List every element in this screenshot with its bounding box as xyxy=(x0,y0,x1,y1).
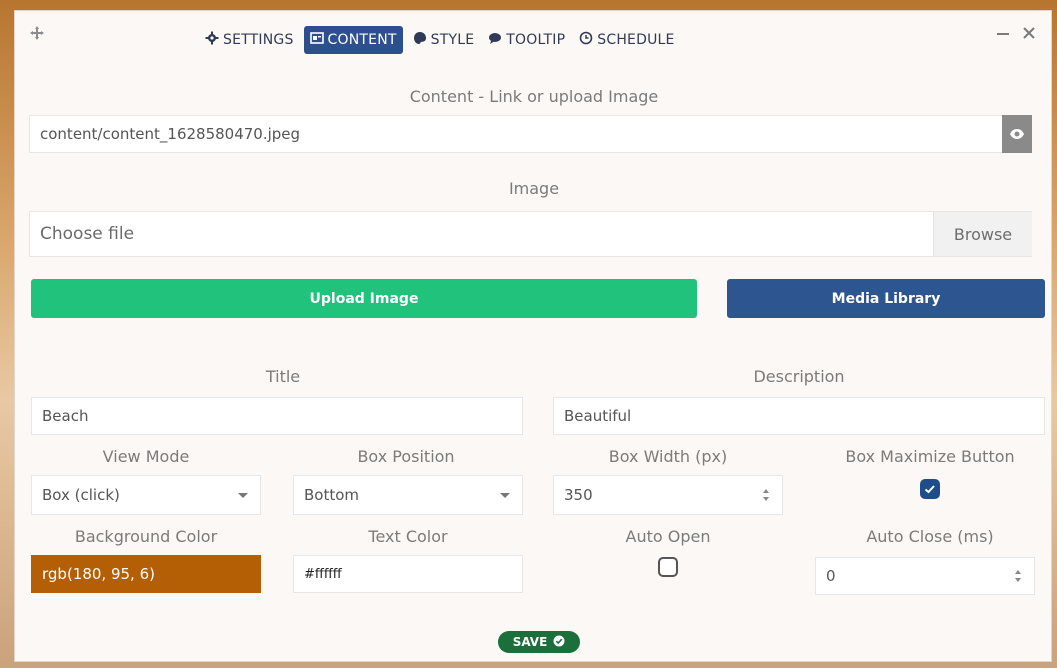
tab-schedule-label: SCHEDULE xyxy=(597,32,675,48)
content-link-input[interactable]: content/content_1628580470.jpeg xyxy=(29,115,1002,153)
auto-open-label: Auto Open xyxy=(625,527,711,546)
clock-icon xyxy=(579,31,593,49)
box-width-input[interactable]: 350 xyxy=(553,475,783,515)
box-maximize-label: Box Maximize Button xyxy=(845,447,1015,466)
background-color-input[interactable]: rgb(180, 95, 6) xyxy=(31,555,261,593)
file-chooser[interactable]: Choose file xyxy=(29,211,1032,257)
auto-close-label: Auto Close (ms) xyxy=(866,527,994,546)
box-position-value: Bottom xyxy=(304,486,360,504)
move-handle-icon[interactable] xyxy=(29,25,45,41)
tab-content-label: CONTENT xyxy=(327,32,397,48)
description-input[interactable]: Beautiful xyxy=(553,397,1045,435)
check-icon xyxy=(924,485,935,494)
settings-panel: SETTINGS CONTENT STYLE TOOLTIP SCHEDULE … xyxy=(14,10,1052,662)
window-controls xyxy=(995,25,1037,41)
chevron-down-icon xyxy=(500,493,510,498)
tab-tooltip-label: TOOLTIP xyxy=(506,32,566,48)
stepper-icon[interactable] xyxy=(1014,569,1022,583)
view-mode-label: View Mode xyxy=(102,447,190,466)
box-maximize-checkbox[interactable] xyxy=(920,479,940,499)
tab-bar: SETTINGS CONTENT STYLE TOOLTIP SCHEDULE xyxy=(201,26,679,54)
title-label: Title xyxy=(265,367,301,386)
text-color-input[interactable]: #ffffff xyxy=(293,555,523,593)
box-width-value: 350 xyxy=(564,486,593,504)
upload-image-button[interactable]: Upload Image xyxy=(31,279,697,318)
title-input[interactable]: Beach xyxy=(31,397,523,435)
media-library-button[interactable]: Media Library xyxy=(727,279,1045,318)
tab-style-label: STYLE xyxy=(430,32,475,48)
save-button[interactable]: SAVE xyxy=(498,631,580,653)
chevron-down-icon xyxy=(238,493,248,498)
preview-button[interactable] xyxy=(1002,115,1032,153)
tab-settings[interactable]: SETTINGS xyxy=(201,26,298,54)
eye-icon xyxy=(1009,125,1025,144)
palette-icon xyxy=(413,31,427,49)
box-width-label: Box Width (px) xyxy=(608,447,728,466)
auto-close-value: 0 xyxy=(826,567,836,585)
box-position-select[interactable]: Bottom xyxy=(293,475,523,515)
description-label: Description xyxy=(753,367,845,386)
view-mode-select[interactable]: Box (click) xyxy=(31,475,261,515)
file-placeholder: Choose file xyxy=(40,224,135,244)
close-icon[interactable] xyxy=(1021,25,1037,41)
tab-settings-label: SETTINGS xyxy=(223,32,294,48)
browse-button[interactable]: Browse xyxy=(933,212,1032,256)
save-label: SAVE xyxy=(512,635,548,649)
auto-close-input[interactable]: 0 xyxy=(815,557,1035,595)
content-icon xyxy=(309,31,324,49)
minimize-icon[interactable] xyxy=(995,25,1011,41)
text-color-label: Text Color xyxy=(368,527,448,546)
gear-icon xyxy=(205,31,219,49)
tab-schedule[interactable]: SCHEDULE xyxy=(575,26,678,54)
box-position-label: Box Position xyxy=(357,447,455,466)
stepper-icon[interactable] xyxy=(762,488,770,502)
panel-toolbar: SETTINGS CONTENT STYLE TOOLTIP SCHEDULE xyxy=(15,11,1051,57)
check-circle-icon xyxy=(553,635,565,650)
tab-content[interactable]: CONTENT xyxy=(303,26,403,54)
background-color-label: Background Color xyxy=(74,527,218,546)
auto-open-checkbox[interactable] xyxy=(658,557,678,577)
tab-style[interactable]: STYLE xyxy=(409,26,479,54)
content-link-label: Content - Link or upload Image xyxy=(409,87,659,106)
chat-bubble-icon xyxy=(488,31,502,49)
image-label: Image xyxy=(508,179,560,198)
view-mode-value: Box (click) xyxy=(42,486,120,504)
tab-tooltip[interactable]: TOOLTIP xyxy=(484,26,569,54)
